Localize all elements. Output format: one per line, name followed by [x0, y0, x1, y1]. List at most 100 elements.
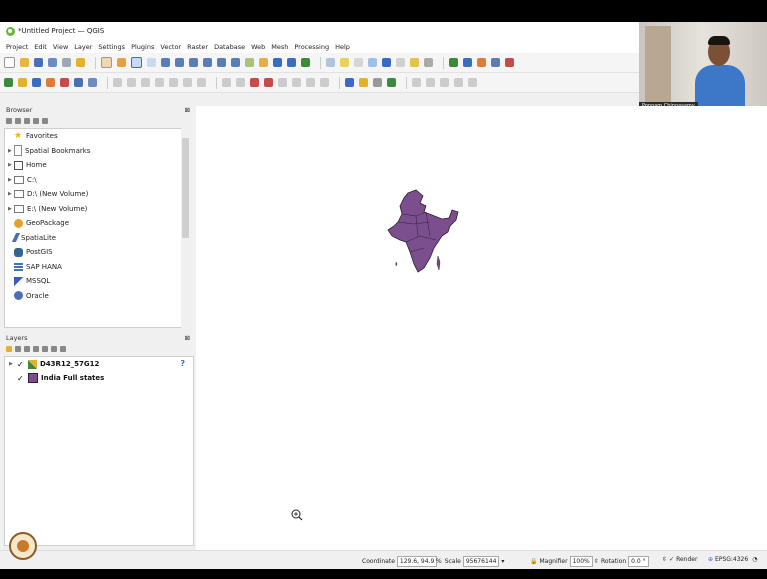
zoom-native-icon[interactable] — [203, 58, 212, 67]
reshape-icon[interactable] — [440, 78, 449, 87]
browser-item-spatial-bookmarks[interactable]: ▶ Spatial Bookmarks — [5, 144, 183, 159]
menu-vector[interactable]: Vector — [160, 43, 181, 51]
field-calculator-icon[interactable] — [396, 58, 405, 67]
open-layer-styling-icon[interactable] — [6, 346, 12, 352]
snapping-icon[interactable] — [426, 78, 435, 87]
scale-field[interactable]: 95676144 — [462, 556, 500, 567]
menu-settings[interactable]: Settings — [98, 43, 125, 51]
save-project-icon[interactable] — [34, 58, 43, 67]
crs-label[interactable]: EPSG:4326 — [715, 556, 748, 563]
open-attribute-table-icon[interactable] — [368, 58, 377, 67]
add-raster-layer-icon[interactable] — [463, 58, 472, 67]
panel-close-icon[interactable]: ⊠ — [185, 106, 190, 116]
layer-row-raster[interactable]: ▶ ✓ D43R12_57G12 ? — [5, 357, 193, 371]
change-label-icon[interactable] — [306, 78, 315, 87]
refresh-icon[interactable] — [15, 118, 21, 124]
digitize-icon[interactable] — [46, 78, 55, 87]
bookmark-show-icon[interactable] — [287, 58, 296, 67]
collapse-all-icon[interactable] — [51, 346, 57, 352]
redo-icon[interactable] — [197, 78, 206, 87]
temporal-icon[interactable] — [259, 58, 268, 67]
coordinate-field[interactable]: 129.6, 94.9 — [396, 556, 438, 567]
manage-visibility-icon[interactable] — [24, 346, 30, 352]
open-project-icon[interactable] — [20, 58, 29, 67]
magnifier-field[interactable]: 100% — [569, 556, 593, 567]
add-feature-icon[interactable] — [32, 78, 41, 87]
merge-icon[interactable] — [468, 78, 477, 87]
zoom-out-icon[interactable] — [147, 58, 156, 67]
browser-item-c-drive[interactable]: ▶ C:\ — [5, 173, 183, 188]
zoom-selection-icon[interactable] — [175, 58, 184, 67]
save-as-icon[interactable] — [48, 58, 57, 67]
menu-raster[interactable]: Raster — [187, 43, 208, 51]
browser-item-favorites[interactable]: ★ Favorites — [5, 129, 183, 144]
properties-icon[interactable] — [42, 118, 48, 124]
expand-all-icon[interactable] — [42, 346, 48, 352]
menu-edit[interactable]: Edit — [34, 43, 47, 51]
remove-layer-icon[interactable] — [60, 346, 66, 352]
bookmark-add-icon[interactable] — [273, 58, 282, 67]
style-manager-icon[interactable] — [76, 58, 85, 67]
rotation-field[interactable]: 0.0 ° — [628, 556, 649, 567]
add-vector-layer-icon[interactable] — [449, 58, 458, 67]
refresh-icon[interactable] — [301, 58, 310, 67]
browser-item-e-drive[interactable]: ▶ E:\ (New Volume) — [5, 202, 183, 217]
python-console-icon[interactable] — [345, 78, 354, 87]
browser-item-geopackage[interactable]: GeoPackage — [5, 216, 183, 231]
undo-icon[interactable] — [183, 78, 192, 87]
browser-scrollbar[interactable] — [181, 128, 190, 328]
vertex-tool-icon[interactable] — [60, 78, 69, 87]
layer-checkbox[interactable]: ✓ — [17, 360, 25, 369]
rotate-label-icon[interactable] — [292, 78, 301, 87]
plugin-icon[interactable] — [359, 78, 368, 87]
copy-features-icon[interactable] — [155, 78, 164, 87]
rotation-spin-icon[interactable]: ⇳ — [662, 556, 667, 563]
print-layout-icon[interactable] — [62, 58, 71, 67]
add-csv-icon[interactable] — [505, 58, 514, 67]
more-tools-icon[interactable] — [373, 78, 382, 87]
toggle-editing-icon[interactable] — [18, 78, 27, 87]
crs-group[interactable]: ⊕ EPSG:4326 ◔ — [708, 556, 757, 563]
browser-item-oracle[interactable]: Oracle — [5, 289, 183, 304]
menu-help[interactable]: Help — [335, 43, 350, 51]
menu-mesh[interactable]: Mesh — [271, 43, 288, 51]
zoom-last-icon[interactable] — [217, 58, 226, 67]
show-hide-label-icon[interactable] — [320, 78, 329, 87]
grass-icon[interactable] — [387, 78, 396, 87]
collapse-all-icon[interactable] — [33, 118, 39, 124]
georeferencer-icon[interactable] — [88, 78, 97, 87]
diagram-icon[interactable] — [236, 78, 245, 87]
statistics-icon[interactable] — [382, 58, 391, 67]
zoom-layer-icon[interactable] — [189, 58, 198, 67]
browser-item-sap-hana[interactable]: SAP HANA — [5, 260, 183, 275]
highlight-label-icon[interactable] — [264, 78, 273, 87]
new-project-icon[interactable] — [4, 57, 15, 68]
delete-selected-icon[interactable] — [127, 78, 136, 87]
add-wms-icon[interactable] — [491, 58, 500, 67]
menu-web[interactable]: Web — [251, 43, 265, 51]
advanced-digitizing-icon[interactable] — [412, 78, 421, 87]
save-edits-icon[interactable] — [74, 78, 83, 87]
browser-item-d-drive[interactable]: ▶ D:\ (New Volume) — [5, 187, 183, 202]
layer-checkbox[interactable]: ✓ — [17, 374, 25, 383]
filter-icon[interactable] — [24, 118, 30, 124]
move-feature-icon[interactable] — [113, 78, 122, 87]
move-label-icon[interactable] — [278, 78, 287, 87]
split-icon[interactable] — [454, 78, 463, 87]
panel-close-icon[interactable]: ⊠ — [185, 334, 190, 344]
lock-scale-icon[interactable]: % — [436, 558, 442, 565]
add-mesh-layer-icon[interactable] — [477, 58, 486, 67]
pin-label-icon[interactable] — [250, 78, 259, 87]
map-canvas[interactable] — [196, 106, 767, 550]
menu-view[interactable]: View — [53, 43, 68, 51]
select-features-icon[interactable] — [340, 58, 349, 67]
measure-icon[interactable] — [424, 58, 433, 67]
pan-icon[interactable] — [101, 57, 112, 68]
current-edits-icon[interactable] — [4, 78, 13, 87]
deselect-icon[interactable] — [354, 58, 363, 67]
menu-processing[interactable]: Processing — [294, 43, 329, 51]
identify-icon[interactable] — [326, 58, 335, 67]
browser-item-home[interactable]: ▶ Home — [5, 158, 183, 173]
layer-row-india[interactable]: ✓ India Full states — [5, 371, 193, 385]
label-icon[interactable] — [222, 78, 231, 87]
